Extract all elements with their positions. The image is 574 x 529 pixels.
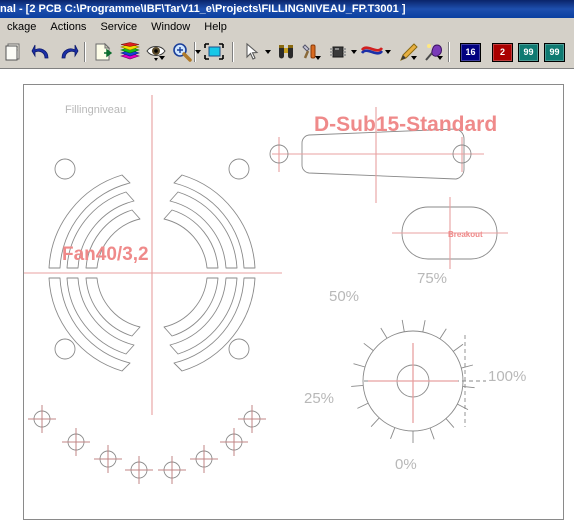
menu-bar: ckage Actions Service Window Help <box>0 18 574 37</box>
dsub15-connector <box>269 107 484 203</box>
menu-actions[interactable]: Actions <box>43 18 93 37</box>
title-bar: nal - [2 PCB C:\Programme\IBF\TarV11_e\P… <box>0 0 574 18</box>
redo-icon[interactable] <box>56 40 80 64</box>
menu-window[interactable]: Window <box>144 18 197 37</box>
layer-badge-16[interactable]: 16 <box>460 43 481 62</box>
pcb-drawing <box>24 95 508 484</box>
pen-draw-icon[interactable] <box>396 40 420 64</box>
pad-crosshair[interactable] <box>220 428 248 456</box>
menu-item-label: Help <box>204 21 227 33</box>
window-title: nal - [2 PCB C:\Programme\IBF\TarV11_e\P… <box>0 3 406 15</box>
pad-crosshair[interactable] <box>125 456 153 484</box>
gauge-tick <box>461 364 474 369</box>
gauge-tick <box>363 342 374 351</box>
tools-icon[interactable] <box>300 40 324 64</box>
layer-badge-value: 16 <box>465 47 476 57</box>
chevron-down-icon[interactable] <box>385 50 391 54</box>
highlight-icon[interactable] <box>422 40 446 64</box>
gauge-tick <box>401 319 405 332</box>
chevron-down-icon[interactable] <box>315 56 321 60</box>
gauge-tick <box>380 327 388 339</box>
gauge-tick <box>453 343 464 352</box>
chevron-down-icon[interactable] <box>411 56 417 60</box>
select-pointer-icon[interactable] <box>240 40 264 64</box>
pad-crosshair[interactable] <box>62 428 90 456</box>
new-document-icon[interactable] <box>2 40 26 64</box>
gauge-tick <box>429 427 435 440</box>
pad-arc-row <box>28 405 266 484</box>
toolbar-separator <box>232 42 234 62</box>
chevron-down-icon[interactable] <box>351 50 357 54</box>
gauge-tick <box>357 402 369 409</box>
gauge-crosshair <box>368 343 458 423</box>
layers-icon[interactable] <box>118 40 142 64</box>
gauge-tick <box>422 320 426 333</box>
menu-service[interactable]: Service <box>93 18 144 37</box>
filling-level-gauge <box>351 319 486 443</box>
pad-crosshair[interactable] <box>28 405 56 433</box>
layer-badge-2[interactable]: 2 <box>492 43 513 62</box>
menu-help[interactable]: Help <box>197 18 234 37</box>
layer-badge-value: 99 <box>523 47 534 57</box>
gauge-tick <box>353 363 366 368</box>
menu-item-label: Service <box>100 21 138 33</box>
gauge-tick <box>370 417 380 428</box>
gauge-tick <box>390 427 396 439</box>
pad-crosshair[interactable] <box>94 445 122 473</box>
gauge-tick <box>351 384 364 387</box>
chevron-down-icon[interactable] <box>195 50 201 54</box>
menu-package[interactable]: ckage <box>0 18 43 37</box>
visibility-eye-icon[interactable] <box>144 40 168 64</box>
layer-badge-value: 99 <box>549 47 560 57</box>
zoom-in-icon[interactable] <box>170 40 194 64</box>
trace-route-icon[interactable] <box>360 40 384 64</box>
drawing-canvas[interactable]: Fillingniveau Fan40/3,2 D-Sub15-Standard Br… <box>23 84 564 520</box>
application-window: nal - [2 PCB C:\Programme\IBF\TarV11_e\P… <box>0 0 574 529</box>
undo-icon[interactable] <box>30 40 54 64</box>
toolbar-separator <box>84 42 86 62</box>
chevron-down-icon[interactable] <box>265 50 271 54</box>
gauge-tick <box>457 403 469 410</box>
gauge-tick <box>445 418 455 428</box>
gauge-tick <box>439 328 447 340</box>
fan-crosshair <box>24 95 282 415</box>
layer-badge-value: 2 <box>499 47 505 57</box>
pad-crosshair[interactable] <box>190 445 218 473</box>
component-chip-icon[interactable] <box>326 40 350 64</box>
find-binoculars-icon[interactable] <box>274 40 298 64</box>
menu-item-label: Actions <box>50 21 87 33</box>
menu-item-label: ckage <box>7 21 37 33</box>
client-area: Fillingniveau Fan40/3,2 D-Sub15-Standard Br… <box>0 69 574 529</box>
import-file-icon[interactable] <box>92 40 116 64</box>
pad-crosshair[interactable] <box>158 456 186 484</box>
toolbar-separator <box>448 42 450 62</box>
gauge-tick <box>462 385 475 389</box>
breakout-shape <box>392 197 508 269</box>
tool-bar: 16 2 99 99 <box>0 37 574 69</box>
layer-badge-99a[interactable]: 99 <box>518 43 539 62</box>
chevron-down-icon[interactable] <box>159 56 165 60</box>
layer-badge-99b[interactable]: 99 <box>544 43 565 62</box>
zoom-window-icon[interactable] <box>202 40 226 64</box>
menu-item-label: Window <box>151 21 191 33</box>
pad-crosshair[interactable] <box>238 405 266 433</box>
chevron-down-icon[interactable] <box>437 56 443 60</box>
